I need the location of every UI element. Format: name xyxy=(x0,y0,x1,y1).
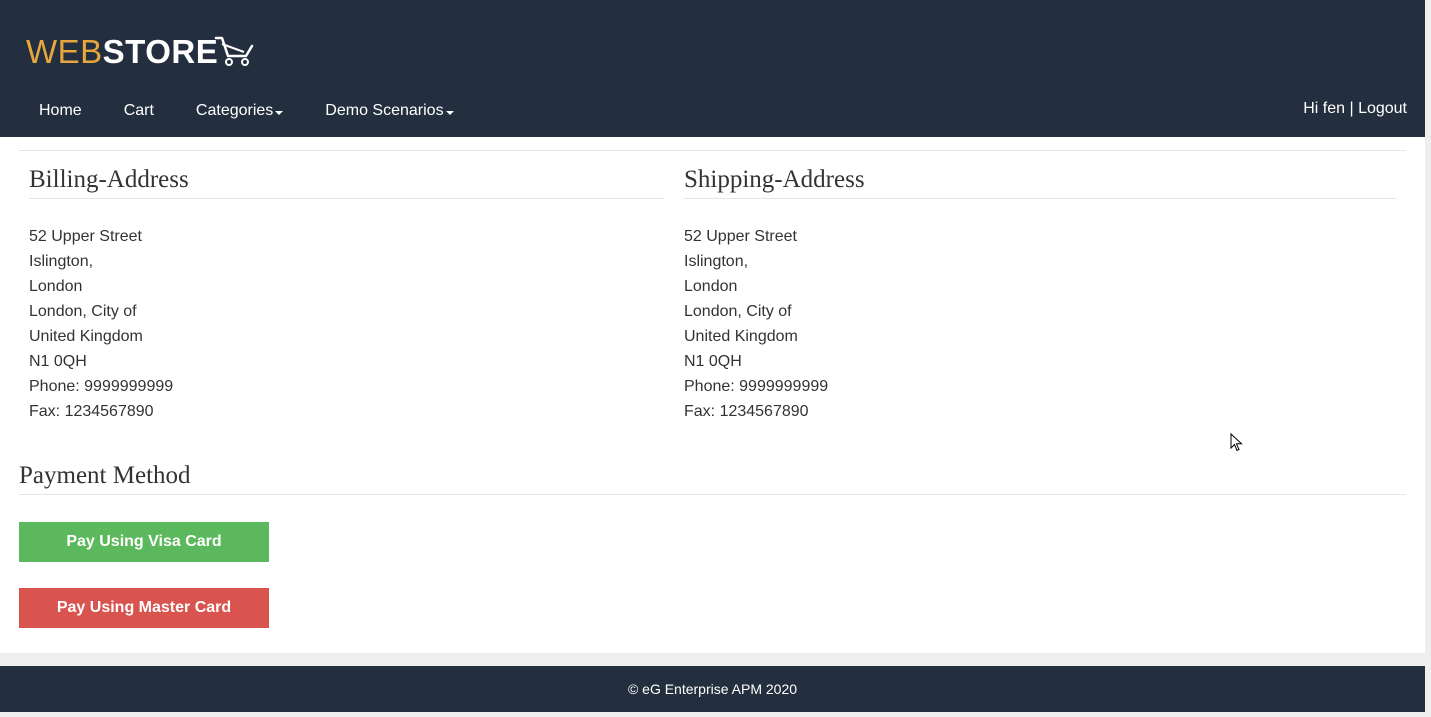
mouse-pointer-icon xyxy=(1230,433,1243,452)
shipping-district: Islington, xyxy=(684,253,749,270)
footer: © eG Enterprise APM 2020 xyxy=(0,666,1425,712)
user-greeting: Hi fen xyxy=(1303,100,1345,117)
nav-home-label: Home xyxy=(39,102,82,119)
nav-cart-label: Cart xyxy=(123,102,154,119)
nav-cart-link[interactable]: Cart xyxy=(103,102,175,120)
pay-visa-button[interactable]: Pay Using Visa Card xyxy=(19,522,269,562)
billing-country: United Kingdom xyxy=(29,328,143,345)
logo-text-store: STORE xyxy=(102,33,219,70)
shipping-address-section: Shipping-Address 52 Upper Street Islingt… xyxy=(684,160,1396,424)
page: WEB STORE Home Cart Categories Demo Scena… xyxy=(0,0,1425,653)
caret-down-icon xyxy=(445,110,454,115)
shipping-street: 52 Upper Street xyxy=(684,228,797,245)
billing-address-lines: 52 Upper Street Islington, London London… xyxy=(29,224,664,424)
shipping-address-title: Shipping-Address xyxy=(684,160,1396,199)
pay-master-button[interactable]: Pay Using Master Card xyxy=(19,588,269,628)
billing-address-section: Billing-Address 52 Upper Street Islingto… xyxy=(29,160,664,424)
webstore-logo[interactable]: WEB STORE xyxy=(26,33,256,70)
billing-phone: Phone: 9999999999 xyxy=(29,378,174,395)
logout-link[interactable]: Logout xyxy=(1358,100,1407,117)
divider xyxy=(19,150,1406,151)
shipping-city: London xyxy=(684,278,738,295)
nav-demo-scenarios-label: Demo Scenarios xyxy=(325,102,444,119)
main-nav: Home Cart Categories Demo Scenarios xyxy=(0,90,475,132)
billing-region: London, City of xyxy=(29,303,137,320)
shopping-cart-icon xyxy=(215,36,254,66)
navbar: WEB STORE Home Cart Categories Demo Scena… xyxy=(0,0,1425,137)
nav-categories-label: Categories xyxy=(195,102,274,119)
shipping-postcode: N1 0QH xyxy=(684,353,742,370)
nav-home-link[interactable]: Home xyxy=(0,102,103,120)
shipping-address-lines: 52 Upper Street Islington, London London… xyxy=(684,224,1396,424)
billing-fax: Fax: 1234567890 xyxy=(29,403,154,420)
nav-categories-dropdown[interactable]: Categories xyxy=(175,102,304,120)
caret-down-icon xyxy=(275,110,284,115)
user-menu-separator: | xyxy=(1349,100,1354,117)
billing-city: London xyxy=(29,278,83,295)
logo-text-web: WEB xyxy=(26,33,103,70)
billing-street: 52 Upper Street xyxy=(29,228,142,245)
billing-postcode: N1 0QH xyxy=(29,353,87,370)
user-menu: Hi fen | Logout xyxy=(1303,100,1407,118)
billing-district: Islington, xyxy=(29,253,94,270)
shipping-phone: Phone: 9999999999 xyxy=(684,378,829,395)
shipping-fax: Fax: 1234567890 xyxy=(684,403,809,420)
footer-copyright: © eG Enterprise APM 2020 xyxy=(627,681,798,697)
shipping-country: United Kingdom xyxy=(684,328,798,345)
nav-demo-scenarios-dropdown[interactable]: Demo Scenarios xyxy=(304,102,474,120)
shipping-region: London, City of xyxy=(684,303,792,320)
billing-address-title: Billing-Address xyxy=(29,160,664,199)
payment-method-title: Payment Method xyxy=(19,462,1406,495)
